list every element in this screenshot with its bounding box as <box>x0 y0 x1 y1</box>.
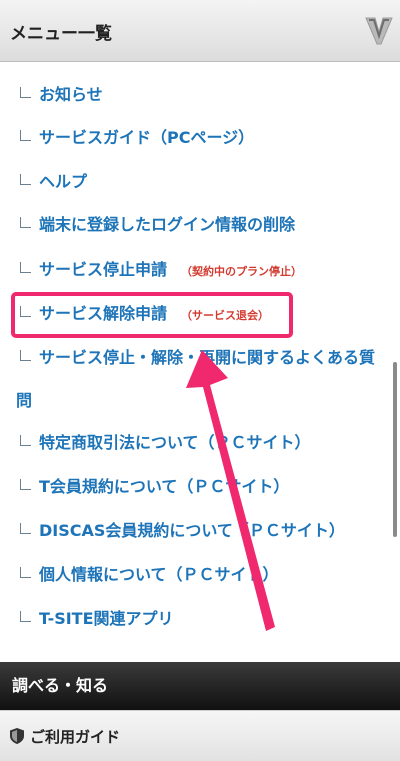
tree-branch-icon <box>20 87 31 98</box>
menu-item-label: DISCAS会員規約について（ＰＣサイト） <box>39 521 345 540</box>
menu-item-label: 特定商取引法について（ＰＣサイト） <box>39 433 311 452</box>
menu-item-service-guide[interactable]: サービスガイド（PCページ） <box>20 123 254 153</box>
chevron-down-icon[interactable] <box>364 12 394 46</box>
menu-item-label: 端末に登録したログイン情報の削除 <box>39 215 296 234</box>
guide-bar[interactable]: ご利用ガイド <box>0 710 400 761</box>
tree-branch-icon <box>20 611 31 622</box>
menu-item-label: T会員規約について（ＰＣサイト） <box>39 477 290 496</box>
tree-branch-icon <box>20 567 31 578</box>
highlight-box <box>11 292 293 338</box>
shield-icon <box>10 728 24 744</box>
menu-item-faq[interactable]: サービス停止・解除・再開に関するよくある質 <box>20 343 375 373</box>
tree-branch-icon <box>20 350 31 361</box>
tree-branch-icon <box>20 130 31 141</box>
menu-item-label: サービス停止申請 <box>39 260 168 279</box>
menu-item-delete-login[interactable]: 端末に登録したログイン情報の削除 <box>20 210 295 240</box>
tree-branch-icon <box>20 523 31 534</box>
menu-item-label: 個人情報について（ＰＣサイト） <box>39 565 279 584</box>
menu-item-label: T-SITE関連アプリ <box>39 609 174 628</box>
menu-item-label: お知らせ <box>39 85 103 104</box>
tree-branch-icon <box>20 262 31 273</box>
menu-item-faq-continued[interactable]: 問 <box>16 387 32 411</box>
menu-item-notice[interactable]: お知らせ <box>20 80 103 110</box>
section-header-search[interactable]: 調べる・知る <box>0 662 400 710</box>
tree-branch-icon <box>20 217 31 228</box>
menu-item-note: （契約中のプラン停止） <box>181 265 303 278</box>
page-title: メニュー一覧 <box>10 24 112 44</box>
menu-header: メニュー一覧 <box>0 0 400 62</box>
menu-item-service-stop[interactable]: サービス停止申請 （契約中のプラン停止） <box>20 255 302 285</box>
menu-item-t-member-terms[interactable]: T会員規約について（ＰＣサイト） <box>20 472 289 502</box>
guide-label: ご利用ガイド <box>30 728 121 746</box>
menu-item-discas-terms[interactable]: DISCAS会員規約について（ＰＣサイト） <box>20 516 345 546</box>
tree-branch-icon <box>20 174 31 185</box>
menu-item-tsite-apps[interactable]: T-SITE関連アプリ <box>20 604 174 634</box>
menu-item-label: サービスガイド（PCページ） <box>39 128 255 147</box>
menu-item-privacy[interactable]: 個人情報について（ＰＣサイト） <box>20 560 279 590</box>
menu-item-help[interactable]: ヘルプ <box>20 167 87 197</box>
scrollbar[interactable] <box>393 362 397 537</box>
tree-branch-icon <box>20 435 31 446</box>
menu-item-tokutei-law[interactable]: 特定商取引法について（ＰＣサイト） <box>20 428 311 458</box>
menu-item-label: ヘルプ <box>39 172 88 191</box>
menu-list: お知らせ サービスガイド（PCページ） ヘルプ 端末に登録したログイン情報の削除… <box>0 62 400 662</box>
menu-item-label: サービス停止・解除・再開に関するよくある質 <box>39 348 376 367</box>
tree-branch-icon <box>20 479 31 490</box>
